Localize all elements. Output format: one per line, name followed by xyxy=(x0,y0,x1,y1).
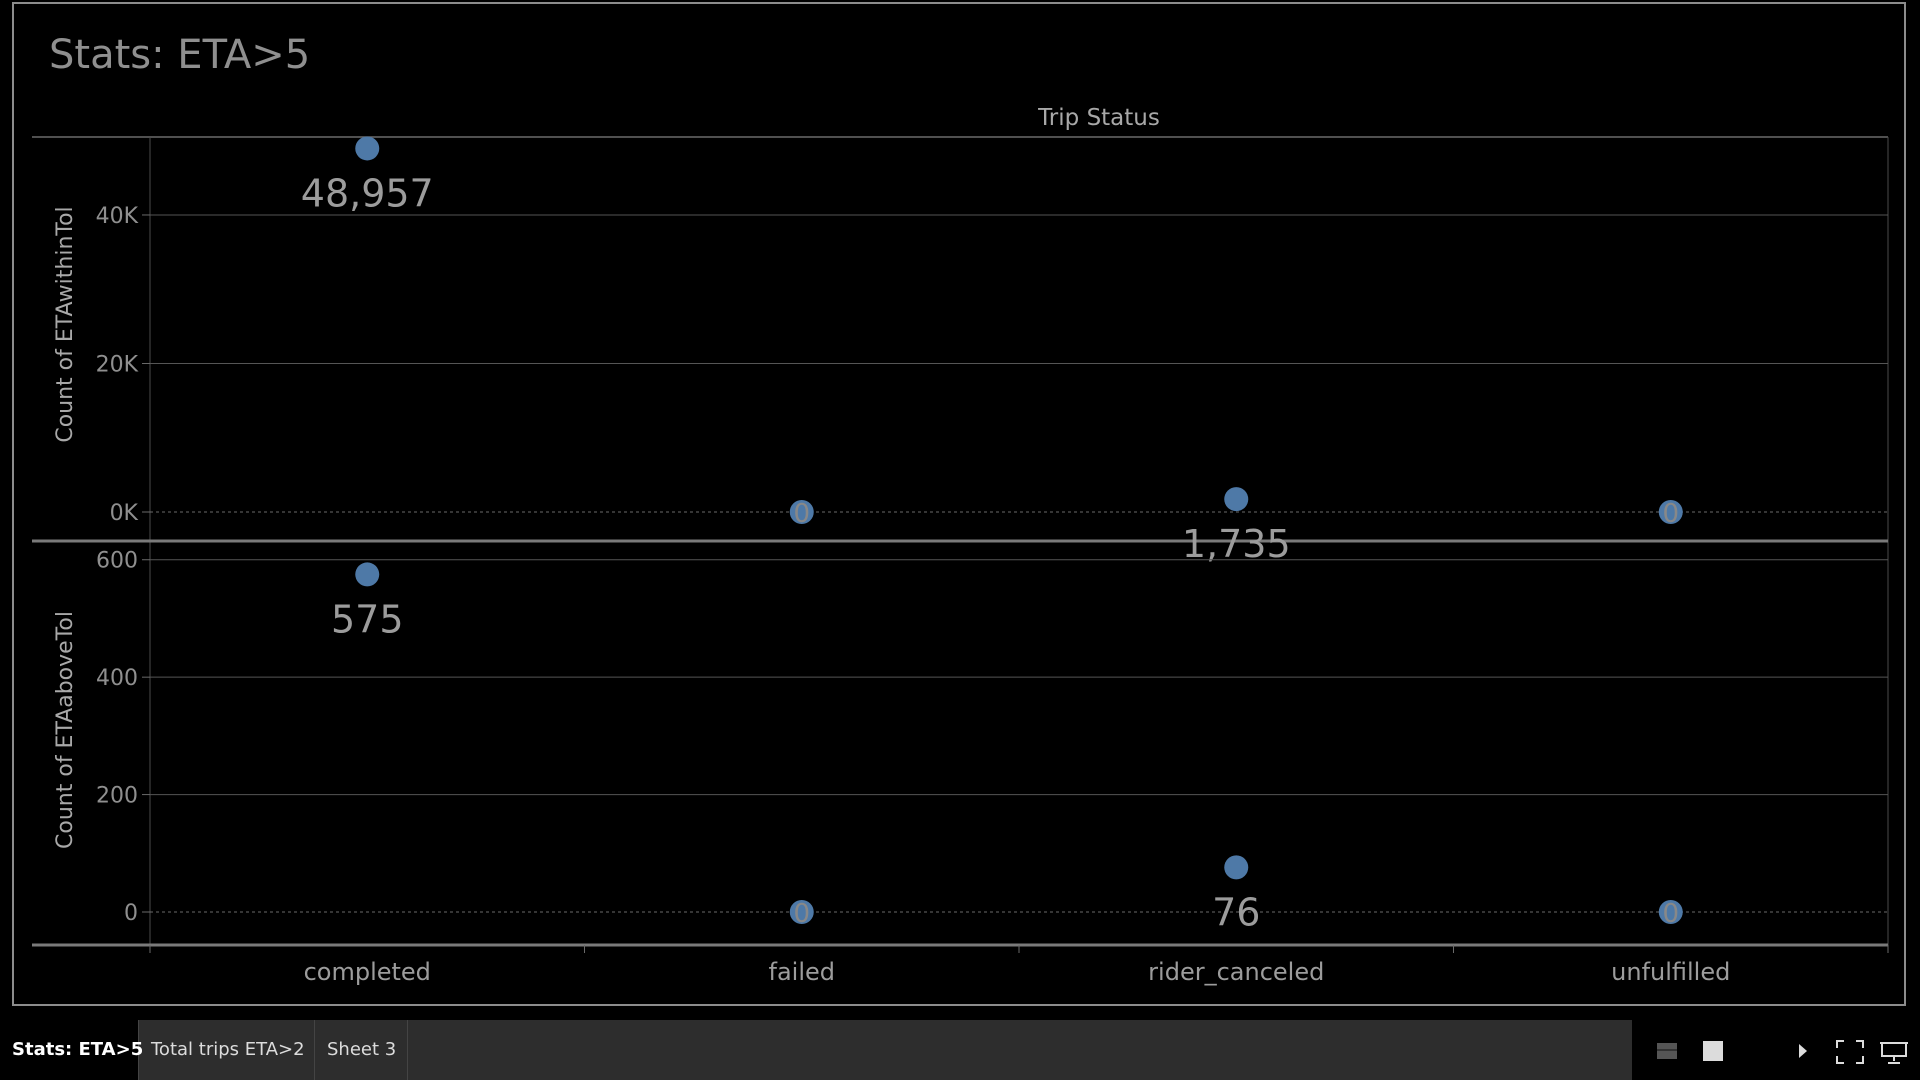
column-header: Trip Status xyxy=(1037,105,1160,131)
data-label: 0 xyxy=(1662,899,1679,929)
y-tick-label: 0 xyxy=(124,901,138,926)
y-tick-label: 20K xyxy=(96,352,139,377)
tab-total-trips-eta2[interactable]: Total trips ETA>2 xyxy=(139,1020,315,1080)
data-label: 48,957 xyxy=(301,171,434,215)
y-axis-title: Count of ETAwithinTol xyxy=(53,206,78,442)
tab-stats-eta5[interactable]: Stats: ETA>5 xyxy=(0,1020,143,1080)
grid-view-icon[interactable] xyxy=(1656,1040,1678,1067)
y-tick-label: 200 xyxy=(96,784,138,809)
data-label: 0 xyxy=(793,899,810,929)
play-icon[interactable] xyxy=(1796,1040,1810,1067)
single-view-icon[interactable] xyxy=(1702,1040,1724,1067)
y-axis-title: Count of ETAaboveTol xyxy=(53,611,78,849)
y-tick-label: 600 xyxy=(96,549,138,574)
tab-sheet-3[interactable]: Sheet 3 xyxy=(315,1020,408,1080)
data-point xyxy=(355,136,380,161)
x-tick-label: rider_canceled xyxy=(1148,958,1324,986)
present-icon[interactable] xyxy=(1880,1040,1908,1069)
data-label: 76 xyxy=(1212,890,1260,934)
data-label: 575 xyxy=(331,597,404,641)
y-tick-label: 0K xyxy=(110,501,139,526)
data-point xyxy=(355,562,380,587)
fullscreen-icon[interactable] xyxy=(1836,1040,1864,1069)
data-point xyxy=(1224,487,1249,512)
scatter-chart: Trip Status 0K 20K 40K Count of ETAwithinTol… xyxy=(32,105,1889,986)
data-label: 0 xyxy=(1662,499,1679,529)
x-tick-label: completed xyxy=(304,958,431,986)
sheet-tab-bar: Stats: ETA>5 Total trips ETA>2 Sheet 3 xyxy=(0,1020,1920,1080)
data-point xyxy=(1224,855,1249,880)
x-tick-label: failed xyxy=(769,958,836,986)
x-tick-label: unfulfilled xyxy=(1611,958,1730,986)
y-tick-label: 40K xyxy=(96,204,139,229)
data-label: 0 xyxy=(793,499,810,529)
y-tick-label: 400 xyxy=(96,666,138,691)
